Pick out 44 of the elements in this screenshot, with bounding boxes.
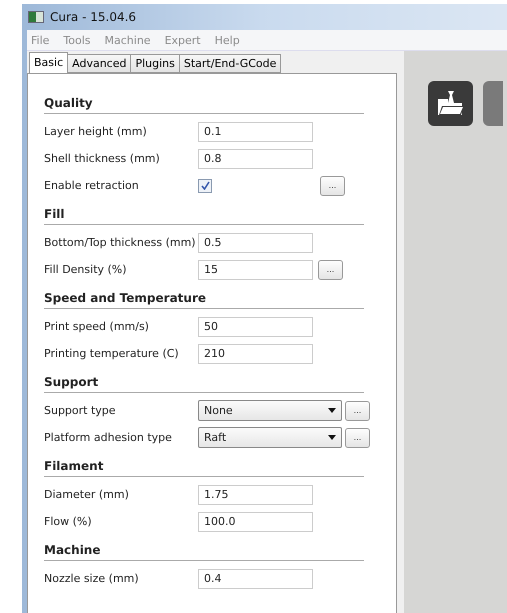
input-field[interactable]: 100.0	[198, 512, 313, 532]
field-label: Layer height (mm)	[44, 125, 148, 138]
input-field[interactable]: 1.75	[198, 484, 313, 504]
field-label: Nozzle size (mm)	[44, 572, 140, 585]
field-label: Support type	[44, 404, 117, 417]
field-label: Enable retraction	[44, 179, 140, 192]
tab[interactable]: Start/End-GCode	[178, 54, 282, 73]
input-field[interactable]: 0.1	[198, 122, 313, 142]
field-label: Bottom/Top thickness (mm)	[44, 236, 197, 249]
section-heading: Filament	[44, 451, 364, 477]
dropdown[interactable]: None	[198, 400, 342, 421]
input-field[interactable]: 15	[198, 260, 313, 280]
window-title: Cura - 15.04.6	[50, 10, 136, 24]
checkbox[interactable]	[198, 178, 212, 192]
caret-icon	[328, 408, 336, 413]
more-button[interactable]: ...	[345, 428, 370, 448]
input-field[interactable]: 210	[198, 344, 313, 364]
field-label: Fill Density (%)	[44, 263, 128, 276]
field-label: Print speed (mm/s)	[44, 320, 150, 333]
tab[interactable]: Advanced	[67, 54, 132, 73]
section-heading: Support	[44, 367, 364, 393]
section-heading: Speed and Temperature	[44, 283, 364, 309]
tab[interactable]: Basic	[29, 52, 68, 73]
field-label: Flow (%)	[44, 515, 93, 528]
section-heading: Quality	[44, 88, 364, 114]
input-field[interactable]: 0.8	[198, 148, 313, 168]
load-button[interactable]	[428, 81, 473, 126]
field-label: Shell thickness (mm)	[44, 152, 161, 165]
tab[interactable]: Plugins	[130, 54, 180, 73]
more-button[interactable]: ...	[318, 260, 343, 280]
section-heading: Machine	[44, 535, 364, 561]
caret-icon	[328, 435, 336, 440]
check-icon	[200, 181, 210, 190]
section-heading: Fill	[44, 199, 364, 225]
input-field[interactable]: 0.5	[198, 232, 313, 252]
more-button[interactable]: ...	[345, 400, 370, 420]
field-label: Diameter (mm)	[44, 488, 130, 501]
field-label: Printing temperature (C)	[44, 347, 180, 360]
input-field[interactable]: 0.4	[198, 568, 313, 588]
app-icon	[28, 11, 44, 23]
field-label: Platform adhesion type	[44, 431, 173, 444]
input-field[interactable]: 50	[198, 316, 313, 336]
dropdown[interactable]: Raft	[198, 427, 342, 448]
more-button[interactable]: ...	[320, 176, 345, 196]
